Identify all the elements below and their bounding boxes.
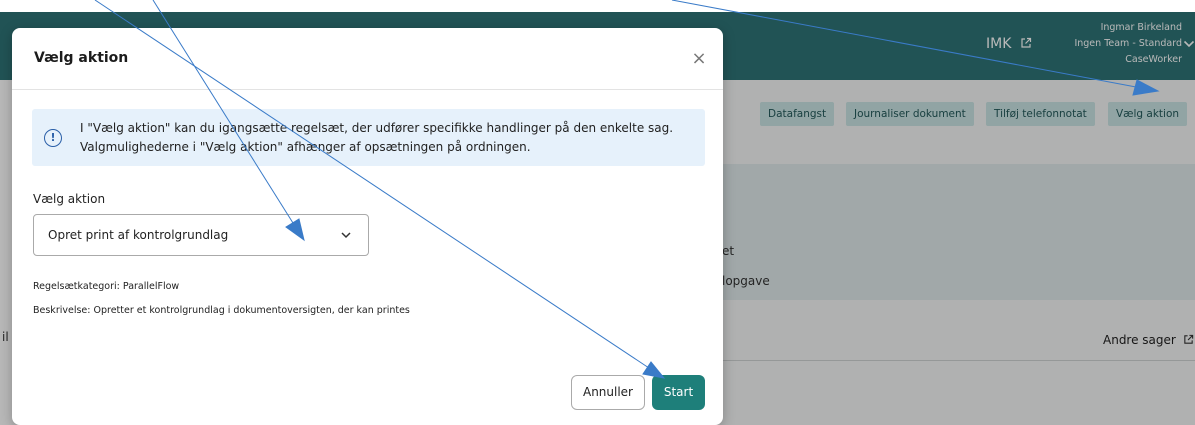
- action-field-label: Vælg aktion: [33, 192, 106, 206]
- close-icon[interactable]: ×: [688, 48, 710, 70]
- alert-text: I "Vælg aktion" kan du igangsætte regels…: [80, 121, 674, 154]
- info-alert: ! I "Vælg aktion" kan du igangsætte rege…: [32, 109, 705, 166]
- dialog-header: Vælg aktion ×: [12, 28, 723, 90]
- description-label: Beskrivelse:: [33, 305, 91, 316]
- action-select-value: Opret print af kontrolgrundlag: [48, 228, 229, 242]
- category-label: Regelsætkategori:: [33, 281, 120, 292]
- category-value: ParallelFlow: [122, 281, 180, 292]
- choose-action-dialog: Vælg aktion × ! I "Vælg aktion" kan du i…: [12, 28, 723, 425]
- info-icon: !: [44, 129, 62, 147]
- chevron-down-icon: [340, 225, 352, 248]
- start-button[interactable]: Start: [652, 375, 705, 410]
- description-value: Opretter et kontrolgrundlag i dokumentov…: [93, 305, 410, 316]
- ruleset-category: Regelsætkategori: ParallelFlow: [33, 281, 179, 292]
- dialog-title: Vælg aktion: [34, 50, 129, 66]
- cancel-button[interactable]: Annuller: [571, 375, 645, 410]
- action-select[interactable]: Opret print af kontrolgrundlag: [33, 214, 369, 256]
- ruleset-description: Beskrivelse: Opretter et kontrolgrundlag…: [33, 305, 410, 316]
